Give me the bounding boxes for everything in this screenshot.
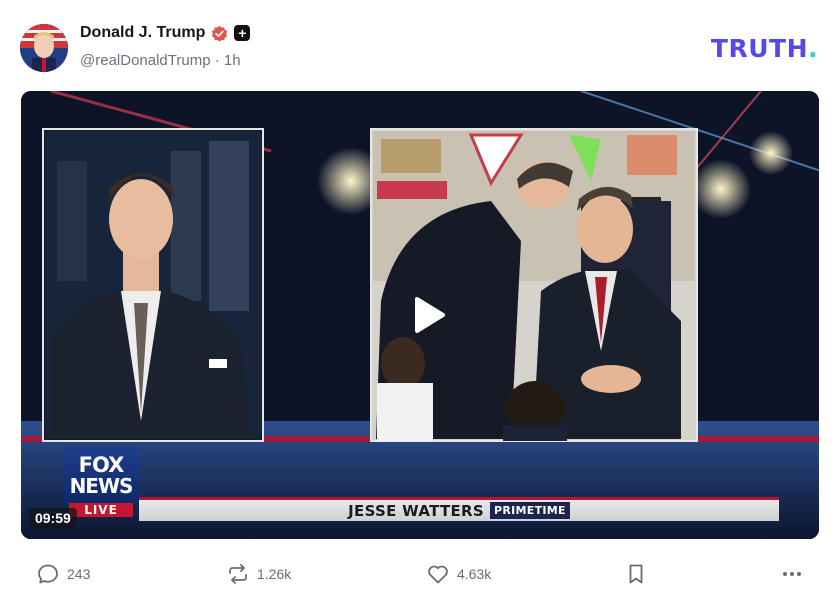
fox-logo-line2: NEWS — [69, 473, 134, 498]
author-name-row: Donald J. Trump + — [80, 24, 251, 42]
more-options-button[interactable] — [780, 562, 804, 586]
more-dots-icon — [783, 572, 801, 576]
truth-logo[interactable]: TRUTH. — [711, 34, 818, 63]
bookmark-icon — [629, 564, 643, 584]
verified-badge-icon — [212, 25, 228, 42]
bookmark-button[interactable] — [624, 562, 648, 586]
video-duration: 09:59 — [29, 508, 77, 528]
play-button[interactable] — [403, 291, 451, 339]
fox-news-mark: FOX NEWS — [63, 447, 139, 503]
plus-badge-icon: + — [234, 25, 251, 41]
show-chyron: JESSE WATTERS PRIMETIME — [139, 497, 779, 521]
fox-logo-line1: FOX — [78, 452, 125, 477]
chyron-title: JESSE WATTERS — [348, 501, 484, 520]
play-icon — [415, 297, 445, 333]
like-count: 4.63k — [457, 566, 492, 582]
reply-button[interactable]: 243 — [36, 562, 90, 586]
speech-bubble-icon — [38, 564, 58, 584]
avatar[interactable] — [20, 24, 68, 72]
like-button[interactable]: 4.63k — [426, 562, 491, 586]
reply-count: 243 — [67, 566, 91, 582]
retruth-count: 1.26k — [257, 566, 292, 582]
repost-arrows-icon — [229, 564, 247, 584]
author-handle-time: @realDonaldTrump · 1h — [80, 52, 241, 69]
chyron-tag: PRIMETIME — [490, 502, 570, 519]
author-display-name[interactable]: Donald J. Trump — [80, 24, 205, 42]
post-actions: 243 1.26k 4.63k — [20, 558, 820, 590]
heart-icon — [428, 565, 448, 584]
post-header: Donald J. Trump + @realDonaldTrump · 1h … — [20, 22, 820, 76]
live-badge: LIVE — [69, 503, 133, 517]
brand-dot: . — [808, 34, 818, 63]
brand-text: TRUTH — [710, 34, 808, 63]
video-player[interactable]: FOX NEWS LIVE JESSE WATTERS PRIMETIME 09… — [21, 91, 819, 539]
retruth-button[interactable]: 1.26k — [226, 562, 291, 586]
